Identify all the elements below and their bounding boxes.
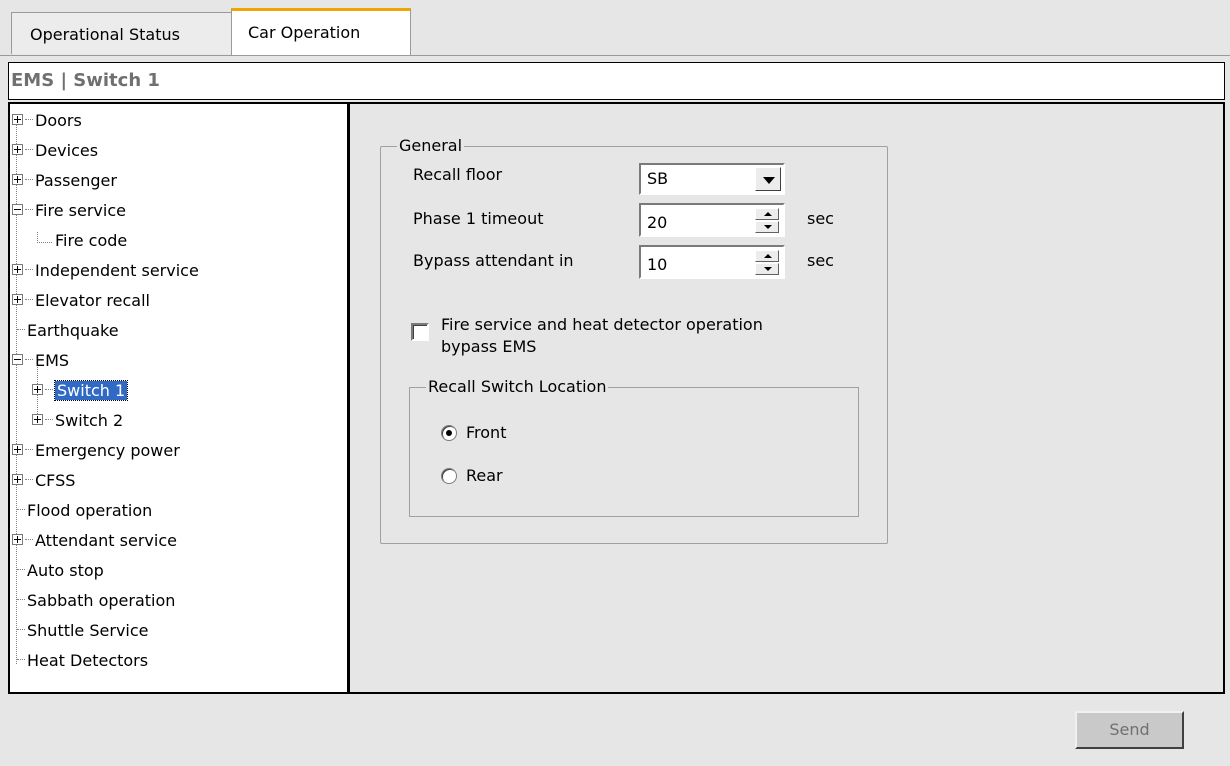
expand-icon[interactable] <box>12 174 23 185</box>
recall-switch-location-legend: Recall Switch Location <box>426 377 609 397</box>
recall-switch-location-groupbox: Recall Switch Location Front Rear <box>409 377 859 517</box>
recall-floor-value: SB <box>647 169 669 188</box>
front-radio-label[interactable]: Front <box>466 423 506 443</box>
expand-icon[interactable] <box>12 444 23 455</box>
expand-icon[interactable] <box>32 384 43 395</box>
bypass-attendant-stepper[interactable]: 10 <box>639 245 785 279</box>
navigation-tree: Doors Devices Passenger Fire service Fir… <box>10 104 350 692</box>
spin-up-icon[interactable] <box>755 250 779 262</box>
tree-item-switch-1[interactable]: Switch 1 <box>32 376 129 406</box>
tree-item-fire-code[interactable]: Fire code <box>37 226 127 256</box>
tree-item-switch-2[interactable]: Switch 2 <box>32 406 123 436</box>
tree-item-elevator-recall[interactable]: Elevator recall <box>12 286 150 316</box>
tree-item-ems[interactable]: EMS <box>12 346 69 376</box>
expand-icon[interactable] <box>12 264 23 275</box>
bypass-unit: sec <box>807 251 834 270</box>
expand-icon[interactable] <box>12 534 23 545</box>
phase1-unit: sec <box>807 209 834 228</box>
collapse-icon[interactable] <box>12 354 23 365</box>
page-title: EMS | Switch 1 <box>8 62 1225 100</box>
bypass-attendant-value[interactable]: 10 <box>647 255 667 274</box>
chevron-down-icon[interactable] <box>755 167 781 191</box>
front-radio[interactable] <box>441 425 457 441</box>
tree-item-emergency-power[interactable]: Emergency power <box>12 436 180 466</box>
general-groupbox: General Recall floor SB Phase 1 timeout … <box>380 136 888 544</box>
bypass-attendant-label: Bypass attendant in <box>413 251 574 270</box>
expand-icon[interactable] <box>32 414 43 425</box>
send-button[interactable]: Send <box>1075 711 1184 749</box>
rear-radio-label[interactable]: Rear <box>466 466 503 486</box>
selected-label[interactable]: Switch 1 <box>53 380 129 401</box>
tab-car-operation[interactable]: Car Operation <box>231 8 411 56</box>
tab-divider <box>0 55 1230 56</box>
expand-icon[interactable] <box>12 294 23 305</box>
recall-floor-label: Recall floor <box>413 165 503 184</box>
tree-item-passenger[interactable]: Passenger <box>12 166 117 196</box>
tree-item-auto-stop[interactable]: Auto stop <box>17 556 104 586</box>
recall-floor-select[interactable]: SB <box>639 163 785 195</box>
tree-item-earthquake[interactable]: Earthquake <box>17 316 119 346</box>
spin-down-icon[interactable] <box>755 221 779 233</box>
expand-icon[interactable] <box>12 474 23 485</box>
phase1-timeout-value[interactable]: 20 <box>647 213 667 232</box>
tree-item-devices[interactable]: Devices <box>12 136 98 166</box>
spin-down-icon[interactable] <box>755 263 779 275</box>
tree-item-doors[interactable]: Doors <box>12 106 82 136</box>
general-legend: General <box>397 136 465 156</box>
tree-item-sabbath-operation[interactable]: Sabbath operation <box>17 586 175 616</box>
main-panel: Doors Devices Passenger Fire service Fir… <box>8 102 1225 694</box>
tree-item-fire-service[interactable]: Fire service <box>12 196 126 226</box>
phase1-timeout-label: Phase 1 timeout <box>413 209 544 228</box>
expand-icon[interactable] <box>12 144 23 155</box>
expand-icon[interactable] <box>12 114 23 125</box>
tab-bar: Operational Status Car Operation <box>0 0 1230 56</box>
phase1-timeout-stepper[interactable]: 20 <box>639 203 785 237</box>
bypass-ems-label-line2[interactable]: bypass EMS <box>441 337 536 357</box>
tree-item-attendant-service[interactable]: Attendant service <box>12 526 177 556</box>
tree-item-heat-detectors[interactable]: Heat Detectors <box>17 646 148 676</box>
tree-item-shuttle-service[interactable]: Shuttle Service <box>17 616 149 646</box>
rear-radio[interactable] <box>441 468 457 484</box>
tree-connector <box>37 232 52 243</box>
tab-operational-status[interactable]: Operational Status <box>11 12 232 54</box>
bypass-ems-checkbox[interactable] <box>411 323 429 341</box>
tree-item-flood-operation[interactable]: Flood operation <box>17 496 152 526</box>
tree-item-cfss[interactable]: CFSS <box>12 466 75 496</box>
bypass-ems-label-line1[interactable]: Fire service and heat detector operation <box>441 315 763 335</box>
collapse-icon[interactable] <box>12 204 23 215</box>
spin-up-icon[interactable] <box>755 208 779 220</box>
tree-item-independent-service[interactable]: Independent service <box>12 256 199 286</box>
